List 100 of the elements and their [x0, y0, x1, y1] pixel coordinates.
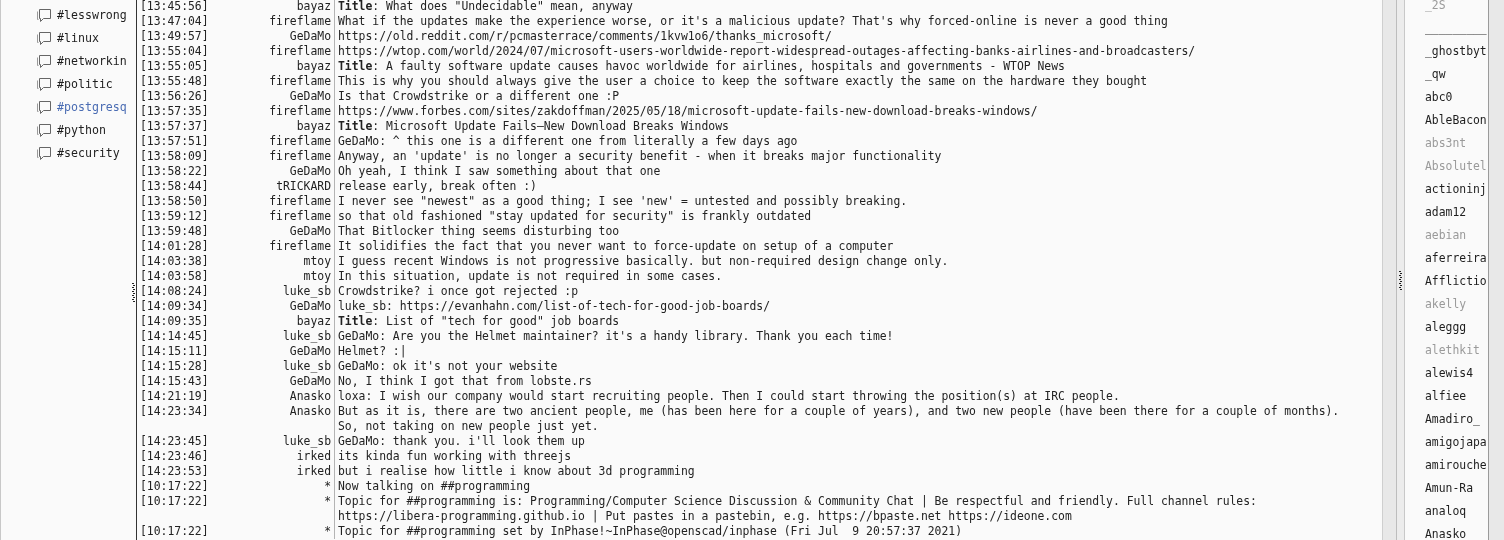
user-item[interactable]: _________ — [1425, 17, 1488, 40]
nickname: fireflame — [268, 148, 332, 164]
nickname: fireflame — [268, 193, 332, 209]
grip-icon[interactable] — [1399, 270, 1402, 292]
timestamp: [14:23:53] — [140, 463, 210, 479]
nickname: tRICKARD — [275, 178, 332, 194]
timestamp: [14:23:46] — [140, 448, 210, 464]
timestamp: [13:49:57] — [140, 28, 210, 44]
nickname: fireflame — [268, 13, 332, 29]
user-item[interactable]: Amun-Ra — [1425, 477, 1488, 500]
nickname: bayaz — [295, 58, 332, 74]
speech-bubble-icon — [36, 6, 53, 23]
timestamp: [13:55:04] — [140, 43, 210, 59]
timestamp: [10:17:22] — [140, 478, 210, 494]
user-item[interactable]: abc0 — [1425, 86, 1488, 109]
user-item[interactable]: aleggg — [1425, 316, 1488, 339]
channel-item[interactable]: #python — [36, 118, 130, 141]
timestamp: [10:17:22] — [140, 523, 210, 539]
timestamp: [13:57:35] — [140, 103, 210, 119]
timestamp: [13:47:04] — [140, 13, 210, 29]
timestamp: [13:58:50] — [140, 193, 210, 209]
scrollbar-track[interactable] — [1489, 0, 1504, 540]
nickname: luke_sb — [282, 283, 332, 299]
user-item[interactable]: AbleBacon — [1425, 109, 1488, 132]
speech-bubble-icon — [36, 98, 53, 115]
channel-item[interactable]: #security — [36, 141, 130, 164]
timestamp: [13:45:56] — [140, 0, 210, 14]
scrollbar-track[interactable] — [1382, 0, 1397, 540]
timestamp: [14:23:45] — [140, 433, 210, 449]
timestamp: [14:14:45] — [140, 328, 210, 344]
speech-bubble-icon — [36, 121, 53, 138]
timestamp: [14:21:19] — [140, 388, 210, 404]
channel-item[interactable]: #linux — [36, 26, 130, 49]
channel-item[interactable]: #politic — [36, 72, 130, 95]
speech-bubble-icon — [36, 144, 53, 161]
timestamp: [13:57:51] — [140, 133, 210, 149]
timestamp: [14:15:43] — [140, 373, 210, 389]
nickname: fireflame — [268, 73, 332, 89]
timestamp: [13:58:44] — [140, 178, 210, 194]
nickname: bayaz — [295, 313, 332, 329]
nickname: mtoy — [302, 268, 332, 284]
user-item[interactable]: Anasko — [1425, 523, 1488, 540]
nickname: fireflame — [268, 43, 332, 59]
channel-item[interactable]: #lesswrong — [36, 3, 130, 26]
user-item[interactable]: analoq — [1425, 500, 1488, 523]
speech-bubble-icon — [36, 75, 53, 92]
user-item[interactable]: Amadiro_ — [1425, 408, 1488, 431]
nickname: luke_sb — [282, 433, 332, 449]
nickname: bayaz — [295, 118, 332, 134]
timestamp: [14:03:38] — [140, 253, 210, 269]
timestamp: [13:59:48] — [140, 223, 210, 239]
speech-bubble-icon — [36, 52, 53, 69]
nickname: * — [323, 478, 332, 494]
nickname: fireflame — [268, 208, 332, 224]
timestamp: [14:03:58] — [140, 268, 210, 284]
nickname: fireflame — [268, 103, 332, 119]
user-item[interactable]: adam12 — [1425, 201, 1488, 224]
nickname: irked — [295, 463, 332, 479]
nickname: GeDaMo — [288, 298, 332, 314]
user-item[interactable]: alfiee — [1425, 385, 1488, 408]
nickname: bayaz — [295, 0, 332, 14]
user-item[interactable]: amirouche — [1425, 454, 1488, 477]
timestamp: [14:15:28] — [140, 358, 210, 374]
nickname: fireflame — [268, 133, 332, 149]
nickname: * — [323, 523, 332, 539]
nickname: GeDaMo — [288, 163, 332, 179]
user-item[interactable]: actioninj — [1425, 178, 1488, 201]
nickname: Anasko — [288, 388, 332, 404]
nickname: GeDaMo — [288, 223, 332, 239]
nickname: luke_sb — [282, 358, 332, 374]
channel-item[interactable]: #postgresq — [36, 95, 130, 118]
timestamp: [14:01:28] — [140, 238, 210, 254]
user-item[interactable]: alewis4 — [1425, 362, 1488, 385]
user-item[interactable]: _ghostbyt — [1425, 40, 1488, 63]
nickname: GeDaMo — [288, 343, 332, 359]
timestamp: [13:56:26] — [140, 88, 210, 104]
grip-icon[interactable] — [131, 282, 135, 304]
user-item[interactable]: aferreira — [1425, 247, 1488, 270]
nickname: GeDaMo — [288, 28, 332, 44]
timestamp: [13:59:12] — [140, 208, 210, 224]
nickname: GeDaMo — [288, 88, 332, 104]
nickname: irked — [295, 448, 332, 464]
timestamp: [14:15:11] — [140, 343, 210, 359]
timestamp: [14:09:35] — [140, 313, 210, 329]
timestamp: [13:58:22] — [140, 163, 210, 179]
user-item[interactable]: _qw — [1425, 63, 1488, 86]
timestamp: [14:09:34] — [140, 298, 210, 314]
timestamp: [10:17:22] — [140, 493, 210, 510]
channel-item[interactable]: #networkin — [36, 49, 130, 72]
user-item[interactable]: Afflictio — [1425, 270, 1488, 293]
timestamp: [13:55:48] — [140, 73, 210, 89]
user-item[interactable]: amigojapa — [1425, 431, 1488, 454]
nickname: mtoy — [302, 253, 332, 269]
nickname: fireflame — [268, 238, 332, 254]
nickname: GeDaMo — [288, 373, 332, 389]
nickname: Anasko — [288, 403, 332, 420]
timestamp: [13:55:05] — [140, 58, 210, 74]
timestamp: [14:23:34] — [140, 403, 210, 420]
nickname: luke_sb — [282, 328, 332, 344]
nickname: * — [323, 493, 332, 510]
